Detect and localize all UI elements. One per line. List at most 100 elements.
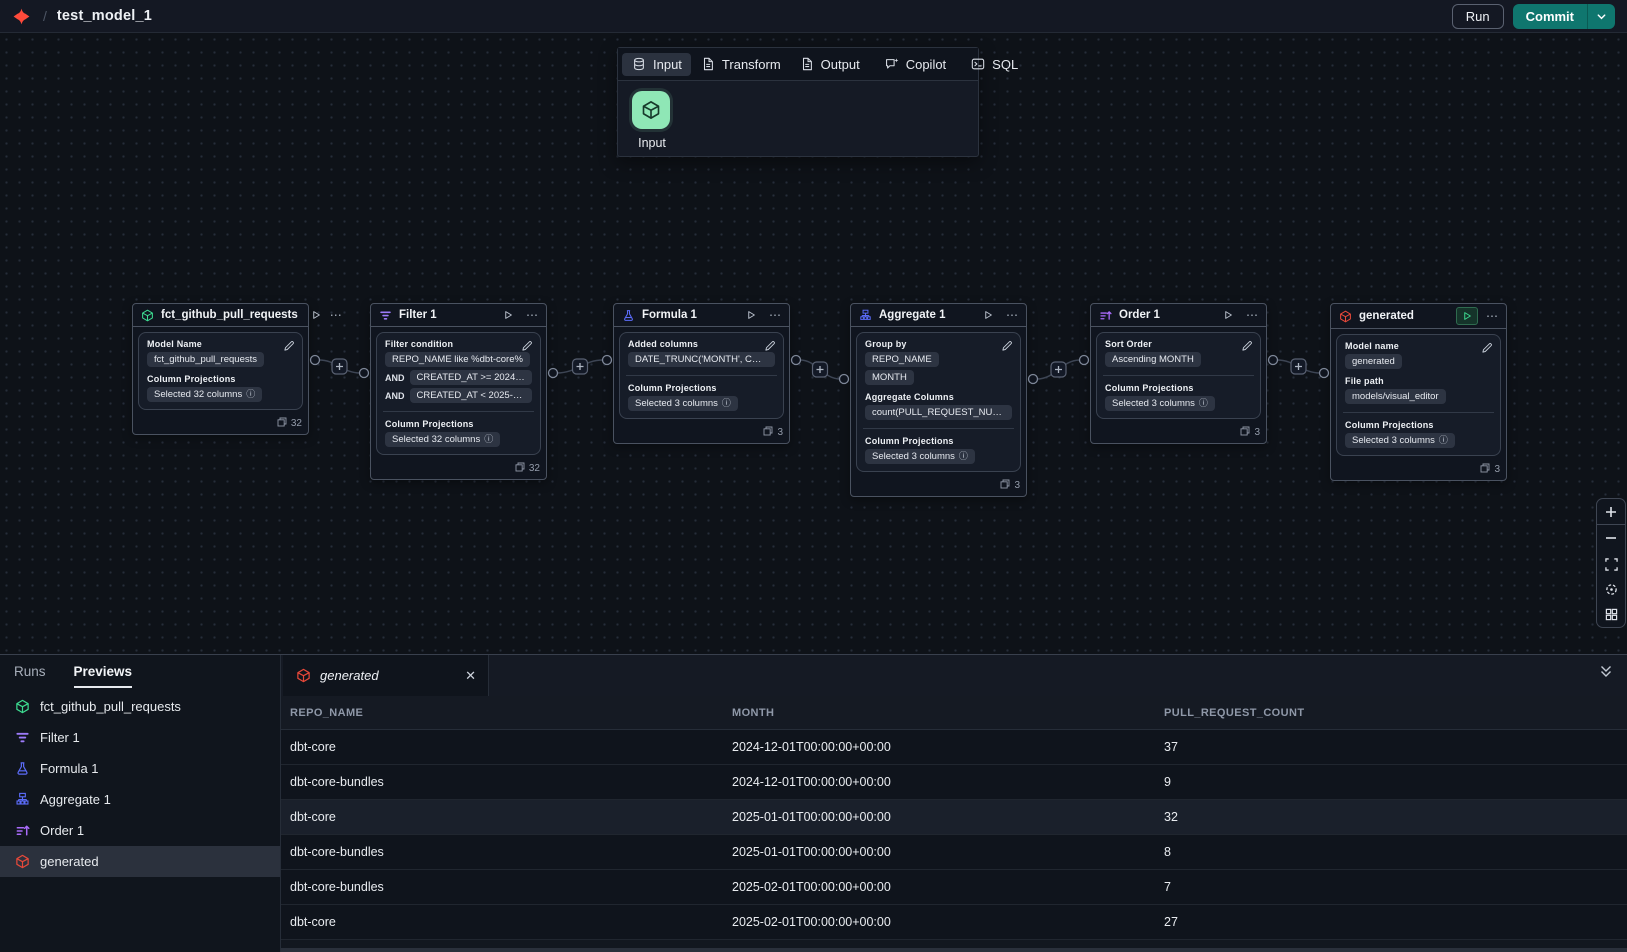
input-port[interactable] — [1320, 369, 1329, 378]
value-pill[interactable]: Selected 32 columnsⓘ — [385, 432, 500, 447]
node-menu-button[interactable]: ⋯ — [1486, 311, 1498, 321]
input-port[interactable] — [360, 369, 369, 378]
table-row[interactable]: dbt-core-bundles2024-12-01T00:00:00+00:0… — [281, 765, 1627, 800]
node-menu-button[interactable]: ⋯ — [769, 310, 781, 320]
section-label: Aggregate Columns — [865, 392, 1012, 402]
dag-node-generated[interactable]: generated⋯Model namegeneratedFile pathmo… — [1330, 303, 1507, 481]
value-pill[interactable]: CREATED_AT < 2025-03-01 — [410, 388, 533, 403]
toolbox-tab-copilot[interactable]: Copilot — [875, 53, 955, 76]
column-header-month[interactable]: MONTH — [723, 707, 1155, 719]
value-pill[interactable]: MONTH — [865, 370, 914, 385]
node-run-button[interactable] — [741, 307, 761, 323]
node-run-button[interactable] — [1218, 307, 1238, 323]
add-node-button[interactable] — [332, 359, 347, 374]
value-pill[interactable]: Selected 3 columnsⓘ — [628, 396, 738, 411]
node-menu-button[interactable]: ⋯ — [330, 310, 342, 320]
preview-tab-generated[interactable]: generated ✕ — [283, 655, 489, 696]
node-run-button[interactable] — [498, 307, 518, 323]
toolbox-tab-sql[interactable]: SQL — [961, 53, 1027, 76]
output-port[interactable] — [549, 369, 558, 378]
value-pill[interactable]: Ascending MONTH — [1105, 352, 1201, 367]
dag-node-filter-1[interactable]: Filter 1⋯Filter conditionREPO_NAME like … — [370, 303, 547, 480]
value-pill[interactable]: REPO_NAME — [865, 352, 939, 367]
node-menu-button[interactable]: ⋯ — [1006, 310, 1018, 320]
commit-dropdown-button[interactable] — [1587, 4, 1615, 29]
output-port[interactable] — [1029, 375, 1038, 384]
sidebar-item-filter-1[interactable]: Filter 1 — [0, 722, 280, 753]
output-port[interactable] — [1269, 356, 1278, 365]
value-pill[interactable]: DATE_TRUNC('MONTH', CREATED_AT... — [628, 352, 775, 367]
sidebar-item-generated[interactable]: generated — [0, 846, 280, 877]
table-row[interactable]: dbt-core2025-01-01T00:00:00+00:0032 — [281, 800, 1627, 835]
tab-runs[interactable]: Runs — [14, 664, 46, 688]
sidebar-item-aggregate-1[interactable]: Aggregate 1 — [0, 784, 280, 815]
fit-view-button[interactable] — [1597, 552, 1625, 577]
commit-button[interactable]: Commit — [1513, 4, 1587, 29]
run-button[interactable]: Run — [1452, 4, 1504, 29]
input-port[interactable] — [603, 356, 612, 365]
edit-icon[interactable] — [283, 339, 295, 357]
column-header-repo-name[interactable]: REPO_NAME — [281, 707, 723, 719]
close-icon[interactable]: ✕ — [465, 668, 476, 684]
value-pill[interactable]: generated — [1345, 354, 1402, 369]
dag-node-order-1[interactable]: Order 1⋯Sort OrderAscending MONTHColumn … — [1090, 303, 1267, 444]
add-node-button[interactable] — [813, 362, 828, 377]
value-pill[interactable]: models/visual_editor — [1345, 389, 1446, 404]
value-pill[interactable]: REPO_NAME like %dbt-core% — [385, 352, 530, 367]
pill-row: REPO_NAME like %dbt-core% — [385, 352, 532, 367]
node-menu-button[interactable]: ⋯ — [526, 310, 538, 320]
value-pill[interactable]: Selected 32 columnsⓘ — [147, 387, 262, 402]
input-node-tile[interactable] — [632, 91, 670, 129]
input-port[interactable] — [840, 375, 849, 384]
edit-icon[interactable] — [1001, 339, 1013, 357]
value-pill[interactable]: count(PULL_REQUEST_NUMBER) as ... — [865, 405, 1012, 420]
value-pill[interactable]: Selected 3 columnsⓘ — [865, 449, 975, 464]
column-header-pull-request-count[interactable]: PULL_REQUEST_COUNT — [1155, 707, 1627, 719]
table-row[interactable]: dbt-core-bundles2025-02-01T00:00:00+00:0… — [281, 870, 1627, 905]
output-port[interactable] — [311, 356, 320, 365]
input-port[interactable] — [1080, 356, 1089, 365]
add-node-button[interactable] — [1051, 362, 1066, 377]
node-run-button[interactable] — [978, 307, 998, 323]
table-row[interactable]: dbt-core2025-02-01T00:00:00+00:0027 — [281, 905, 1627, 940]
dag-node-formula-1[interactable]: Formula 1⋯Added columnsDATE_TRUNC('MONTH… — [613, 303, 790, 444]
table-row[interactable]: dbt-core-bundles2025-01-01T00:00:00+00:0… — [281, 835, 1627, 870]
dag-node-aggregate-1[interactable]: Aggregate 1⋯Group byREPO_NAMEMONTHAggreg… — [850, 303, 1027, 497]
add-node-button[interactable] — [1291, 359, 1306, 374]
sidebar-item-order-1[interactable]: Order 1 — [0, 815, 280, 846]
value-pill[interactable]: Selected 3 columnsⓘ — [1105, 396, 1215, 411]
zoom-in-button[interactable] — [1597, 499, 1625, 525]
sidebar-item-fct-github-pull-requests[interactable]: fct_github_pull_requests — [0, 691, 280, 722]
horizontal-scrollbar[interactable] — [281, 948, 1627, 952]
toolbox-item-input[interactable]: Input — [632, 91, 676, 150]
value-pill[interactable]: fct_github_pull_requests — [147, 352, 264, 367]
dag-canvas[interactable]: InputTransformOutputCopilotSQL Input fct… — [0, 33, 1627, 654]
dag-node-fct-github-pull-requests[interactable]: fct_github_pull_requests⋯Model Namefct_g… — [132, 303, 309, 435]
toolbox-tab-transform[interactable]: Transform — [691, 53, 790, 76]
edit-icon[interactable] — [521, 339, 533, 357]
locate-button[interactable] — [1597, 577, 1625, 602]
grid-view-button[interactable] — [1597, 602, 1625, 627]
toolbox-tab-input[interactable]: Input — [622, 53, 691, 76]
pill-text: Selected 3 columns — [1352, 434, 1435, 447]
edit-icon[interactable] — [764, 339, 776, 357]
formula-icon — [620, 309, 636, 322]
edit-icon[interactable] — [1481, 341, 1493, 359]
sidebar-item-label: Formula 1 — [40, 761, 99, 776]
value-pill[interactable]: Selected 3 columnsⓘ — [1345, 433, 1455, 448]
node-run-button[interactable] — [1456, 307, 1478, 325]
node-run-button[interactable] — [310, 307, 322, 323]
zoom-out-button[interactable] — [1597, 525, 1625, 550]
tab-previews[interactable]: Previews — [74, 664, 133, 688]
add-node-button[interactable] — [573, 359, 588, 374]
toolbox-tab-output[interactable]: Output — [790, 53, 869, 76]
table-row[interactable]: dbt-core2024-12-01T00:00:00+00:0037 — [281, 730, 1627, 765]
sidebar-item-formula-1[interactable]: Formula 1 — [0, 753, 280, 784]
node-menu-button[interactable]: ⋯ — [1246, 310, 1258, 320]
sidebar-tab-bar: Runs Previews — [0, 655, 280, 688]
collapse-panel-button[interactable] — [1599, 663, 1613, 684]
edit-icon[interactable] — [1241, 339, 1253, 357]
value-pill[interactable]: CREATED_AT >= 2024-12-01 — [410, 370, 533, 385]
section-label: Model name — [1345, 341, 1492, 351]
output-port[interactable] — [792, 356, 801, 365]
